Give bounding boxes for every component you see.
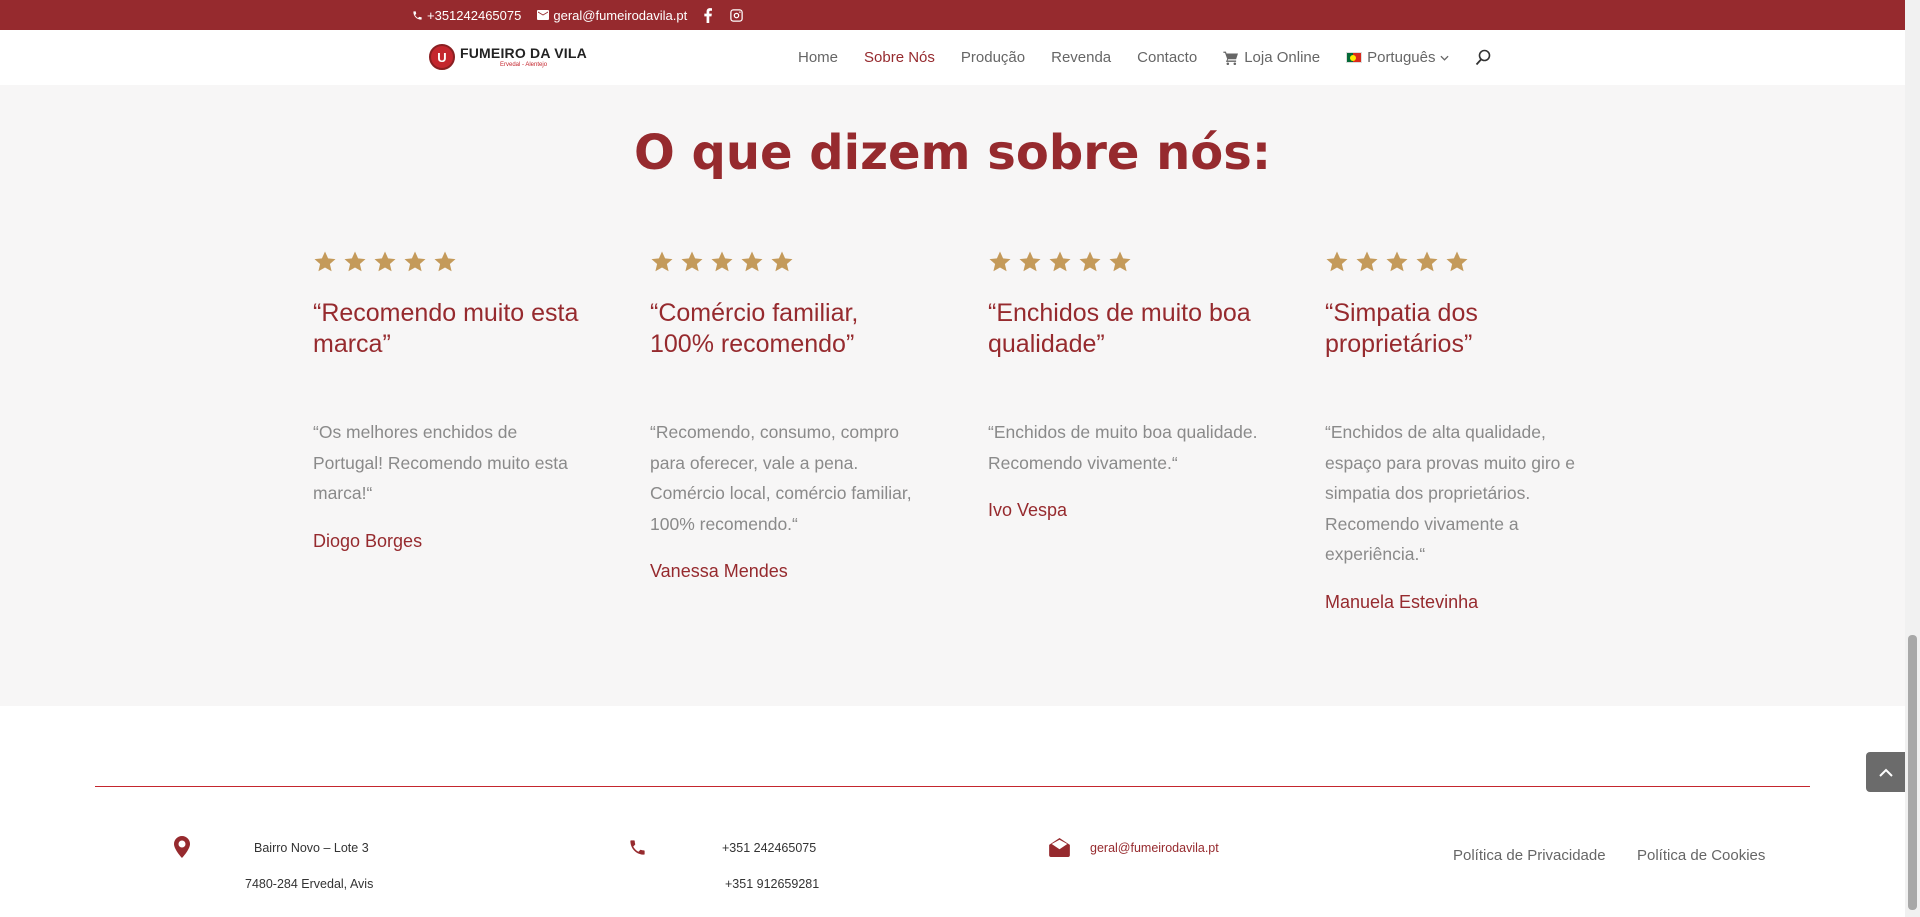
star-icon — [681, 251, 703, 272]
main-nav: Home Sobre Nós Produção Revenda Contacto… — [798, 30, 1450, 85]
phone-icon — [413, 10, 422, 20]
phone-icon — [630, 840, 645, 855]
testimonial-author: Manuela Estevinha — [1325, 591, 1479, 612]
testimonial-author: Vanessa Mendes — [650, 561, 788, 582]
logo-subtitle: Ervedal - Alentejo — [500, 62, 548, 68]
envelope-icon — [537, 10, 550, 20]
footer-email-link[interactable]: geral@fumeirodavila.pt — [1090, 841, 1219, 855]
star-icon — [711, 251, 733, 272]
star-icon — [434, 251, 456, 272]
testimonial-text: “Enchidos de muito boa qualidade. Recome… — [988, 422, 1258, 473]
testimonial-text: “Recomendo, consumo, compro para oferece… — [650, 422, 912, 534]
nav-sobre-nos[interactable]: Sobre Nós — [864, 49, 935, 66]
star-icon — [1019, 251, 1041, 272]
logo-brand: FUMEIRO DA VILA — [460, 45, 587, 61]
top-phone-text: +351242465075 — [427, 7, 522, 23]
testimonial-body: “Os melhores enchidos de Portugal! Recom… — [313, 417, 583, 556]
nav-loja-online-label: Loja Online — [1244, 49, 1321, 66]
star-icon — [314, 251, 336, 272]
star-icon — [989, 251, 1011, 272]
chevron-down-icon — [1440, 55, 1450, 61]
instagram-icon — [730, 8, 743, 22]
top-email-link[interactable]: geral@fumeirodavila.pt — [537, 8, 687, 23]
top-bar-contacts: +351242465075 geral@fumeirodavila.pt — [412, 0, 744, 30]
star-icon — [1416, 251, 1438, 272]
nav-contacto[interactable]: Contacto — [1137, 49, 1197, 66]
star-icon — [1049, 251, 1071, 272]
site-footer: Bairro Novo – Lote 3 7480-284 Ervedal, A… — [0, 706, 1905, 917]
scrollbar-thumb[interactable] — [1908, 635, 1917, 910]
testimonial-title: “Enchidos de muito boa qualidade” — [988, 299, 1251, 358]
logo-words: FUMEIRO DA VILA Ervedal - Alentejo — [460, 46, 587, 68]
star-icon — [1446, 251, 1468, 272]
testimonial-card: “Comércio familiar, 100% recomendo” “Rec… — [650, 250, 920, 581]
top-email-text: geral@fumeirodavila.pt — [553, 7, 688, 23]
envelope-open-icon — [1049, 838, 1070, 857]
rating-stars — [650, 250, 920, 274]
chevron-up-icon — [1879, 768, 1893, 777]
section-title: O que dizem sobre nós: — [633, 125, 1272, 181]
testimonial-title: “Simpatia dos proprietários” — [1325, 299, 1478, 358]
star-icon — [1386, 251, 1408, 272]
nav-loja-online[interactable]: Loja Online — [1223, 49, 1320, 66]
cart-icon — [1223, 51, 1239, 65]
testimonial-title: “Recomendo muito esta marca” — [313, 299, 579, 358]
testimonial-body: “Enchidos de muito boa qualidade. Recome… — [988, 417, 1258, 526]
top-phone-link[interactable]: +351242465075 — [412, 8, 521, 23]
star-icon — [1326, 251, 1348, 272]
language-label: Português — [1367, 49, 1436, 66]
testimonials-section: O que dizem sobre nós: “Recomendo muito … — [0, 85, 1905, 706]
footer-address-line1: Bairro Novo – Lote 3 — [254, 841, 369, 855]
star-icon — [771, 251, 793, 272]
cookie-policy-link[interactable]: Política de Cookies — [1637, 847, 1765, 864]
testimonial-text: “Enchidos de alta qualidade, espaço para… — [1325, 422, 1575, 565]
star-icon — [404, 251, 426, 272]
page-scrollbar[interactable] — [1905, 0, 1920, 917]
footer-phone-2[interactable]: +351 912659281 — [725, 877, 819, 891]
testimonial-author: Ivo Vespa — [988, 500, 1068, 521]
portugal-flag-icon — [1346, 52, 1363, 63]
testimonial-text: “Os melhores enchidos de Portugal! Recom… — [313, 422, 568, 504]
language-selector[interactable]: Português — [1346, 49, 1450, 66]
testimonial-body: “Enchidos de alta qualidade, espaço para… — [1325, 417, 1595, 618]
site-logo[interactable]: U FUMEIRO DA VILA Ervedal - Alentejo — [429, 44, 587, 70]
testimonial-card: “Recomendo muito esta marca” “Os melhore… — [313, 250, 583, 551]
star-icon — [1079, 251, 1101, 272]
rating-stars — [1325, 250, 1595, 274]
footer-phone-1[interactable]: +351 242465075 — [722, 841, 816, 855]
nav-revenda[interactable]: Revenda — [1051, 49, 1111, 66]
testimonial-card: “Simpatia dos proprietários” “Enchidos d… — [1325, 250, 1595, 612]
testimonial-card: “Enchidos de muito boa qualidade” “Enchi… — [988, 250, 1258, 520]
rating-stars — [313, 250, 583, 274]
star-icon — [1356, 251, 1378, 272]
star-icon — [344, 251, 366, 272]
back-to-top-button[interactable] — [1866, 752, 1906, 792]
logo-badge: U — [429, 44, 455, 70]
testimonial-title: “Comércio familiar, 100% recomendo” — [650, 299, 859, 358]
map-pin-icon — [174, 836, 190, 858]
top-bar: +351242465075 geral@fumeirodavila.pt — [0, 0, 1905, 30]
nav-home[interactable]: Home — [798, 49, 838, 66]
star-icon — [651, 251, 673, 272]
search-icon[interactable] — [1475, 49, 1491, 66]
rating-stars — [988, 250, 1258, 274]
footer-address-line2: 7480-284 Ervedal, Avis — [245, 877, 374, 891]
facebook-link[interactable] — [703, 7, 713, 23]
privacy-policy-link[interactable]: Política de Privacidade — [1453, 847, 1606, 864]
testimonial-author: Diogo Borges — [313, 530, 423, 551]
instagram-link[interactable] — [729, 8, 744, 23]
testimonial-body: “Recomendo, consumo, compro para oferece… — [650, 417, 920, 587]
star-icon — [741, 251, 763, 272]
star-icon — [374, 251, 396, 272]
nav-producao[interactable]: Produção — [961, 49, 1025, 66]
facebook-icon — [704, 7, 713, 23]
footer-divider — [95, 786, 1810, 787]
site-header: U FUMEIRO DA VILA Ervedal - Alentejo Hom… — [0, 30, 1905, 85]
star-icon — [1109, 251, 1131, 272]
